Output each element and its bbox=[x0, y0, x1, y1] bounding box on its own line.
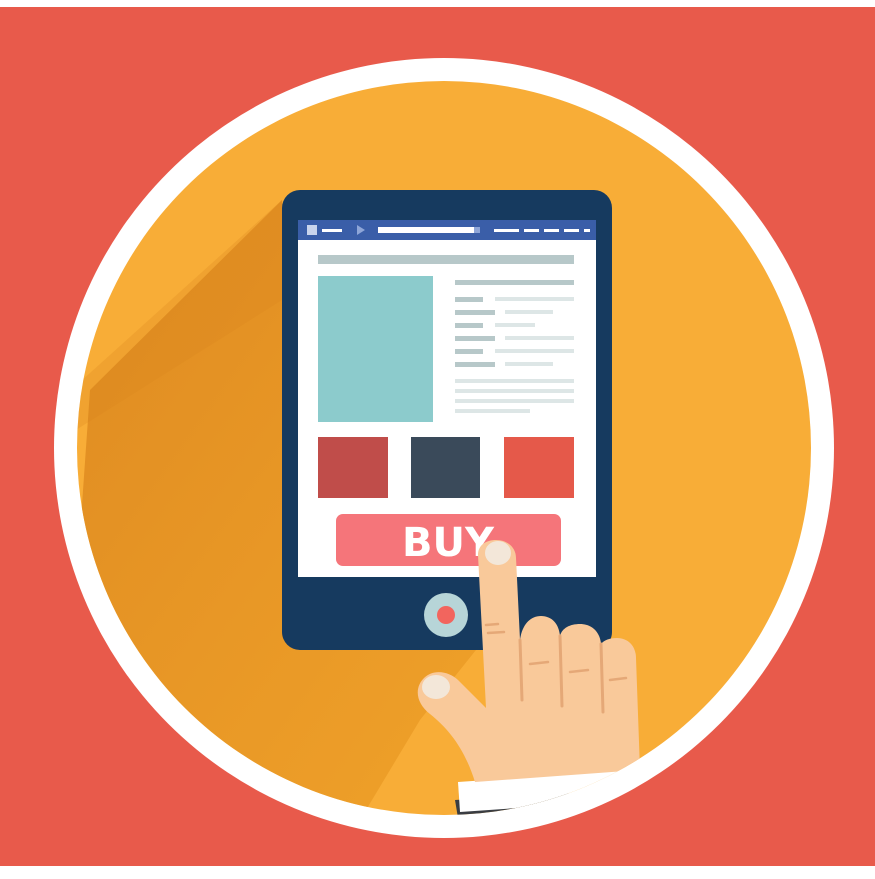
home-button-icon bbox=[424, 593, 468, 637]
browser-bar bbox=[298, 220, 596, 240]
index-fingernail bbox=[485, 541, 511, 565]
address-bar bbox=[378, 227, 474, 233]
buy-button: BUY bbox=[336, 514, 561, 566]
color-swatch-coral bbox=[504, 437, 574, 498]
frame-bottom bbox=[0, 866, 875, 879]
tablet-icon: BUY bbox=[282, 190, 612, 650]
frame-top bbox=[0, 0, 875, 7]
color-swatch-red bbox=[318, 437, 388, 498]
shopping-illustration: BUY bbox=[0, 0, 875, 879]
color-swatch-slate bbox=[411, 437, 480, 498]
thumb-nail bbox=[422, 675, 450, 699]
product-image bbox=[318, 276, 433, 422]
tab-square-icon bbox=[307, 225, 317, 235]
page-header-bar bbox=[318, 255, 574, 264]
